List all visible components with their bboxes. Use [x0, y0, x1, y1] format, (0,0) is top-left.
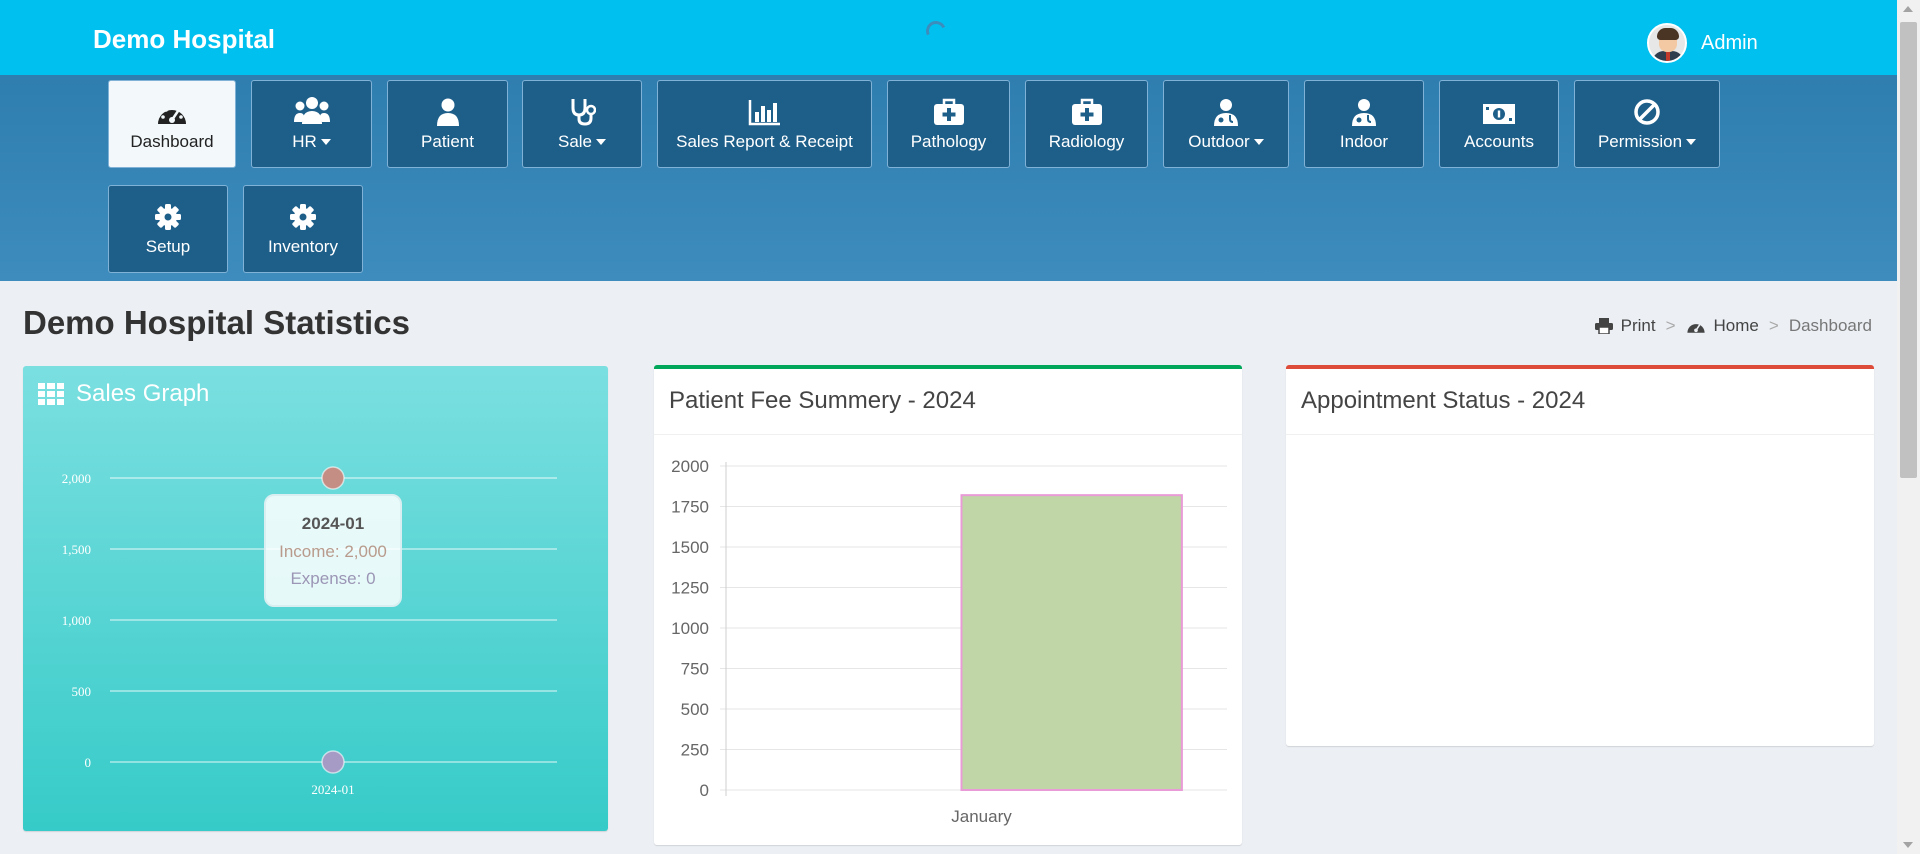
tooltip-label: 2024-01 [301, 514, 365, 533]
scroll-up-arrow-icon[interactable] [1903, 6, 1913, 12]
y-tick-label: 500 [681, 700, 709, 719]
y-tick-label: 2,000 [62, 471, 91, 486]
y-tick-label: 1,500 [62, 542, 91, 557]
x-tick-label: January [951, 807, 1012, 826]
bar [960, 494, 1183, 791]
y-tick-label: 0 [700, 781, 709, 800]
y-tick-label: 1500 [671, 538, 709, 557]
patient-fee-chart: 0 250 500 750 1000 1250 1500 1750 2000 January [671, 457, 1227, 826]
y-tick-label: 250 [681, 741, 709, 760]
data-point-expense [321, 750, 345, 774]
y-tick-label: 0 [85, 755, 92, 770]
y-tick-label: 1250 [671, 579, 709, 598]
scroll-down-arrow-icon[interactable] [1903, 842, 1913, 848]
y-tick-label: 750 [681, 660, 709, 679]
y-tick-label: 2000 [671, 457, 709, 476]
tooltip-expense: Expense: 0 [290, 569, 376, 588]
appointment-status-title: Appointment Status - 2024 [1286, 369, 1874, 435]
chart-tooltip: 2024-01 Income: 2,000 Expense: 0 [264, 494, 402, 607]
y-tick-label: 500 [72, 684, 92, 699]
appointment-status-box: Appointment Status - 2024 [1286, 365, 1874, 746]
tooltip-income: Income: 2,000 [279, 542, 387, 561]
x-tick-label: 2024-01 [311, 782, 354, 797]
y-tick-label: 1750 [671, 498, 709, 517]
patient-fee-title: Patient Fee Summery - 2024 [654, 369, 1242, 435]
patient-fee-box: Patient Fee Summery - 2024 0 250 500 750 100… [654, 365, 1242, 845]
y-tick-label: 1,000 [62, 613, 91, 628]
y-tick-label: 1000 [671, 619, 709, 638]
scrollbar-thumb[interactable] [1900, 22, 1917, 478]
data-point-income [321, 466, 345, 490]
